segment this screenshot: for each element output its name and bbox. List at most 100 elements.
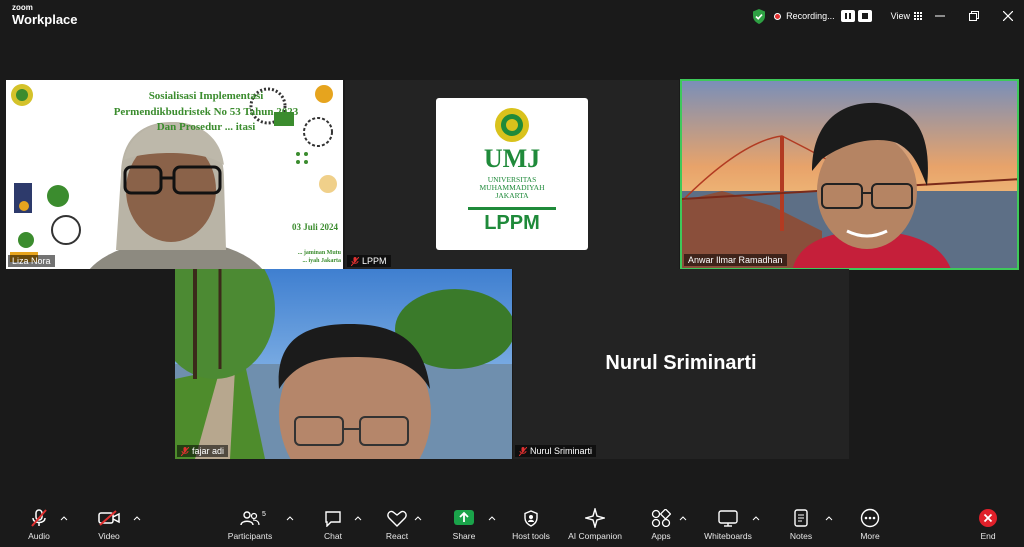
close-window-button[interactable]: [992, 0, 1024, 32]
react-label: React: [385, 531, 409, 541]
univ-line3: JAKARTA: [495, 191, 529, 200]
heart-icon: [387, 510, 407, 527]
slide-date: 03 Juli 2024: [291, 222, 338, 232]
whiteboards-button[interactable]: Whiteboards: [693, 508, 763, 546]
participant-name: Liza Nora: [12, 256, 51, 266]
whiteboard-icon: [718, 509, 738, 527]
umj-acronym: UMJ: [483, 144, 541, 173]
mic-muted-icon: [181, 446, 189, 456]
view-label: View: [890, 11, 910, 21]
share-options-caret-icon[interactable]: [488, 515, 496, 521]
whiteboards-options-caret-icon[interactable]: [752, 515, 760, 521]
participants-icon: [240, 511, 260, 526]
logo-divider: [468, 207, 556, 210]
participant-name: fajar adi: [192, 446, 225, 456]
slide-title-line2: Permendikbudristek No 53 Tahun 2023: [113, 106, 299, 118]
apps-icon: [651, 509, 671, 527]
ai-sparkle-icon: [585, 508, 605, 528]
video-tile-nurul-sriminarti[interactable]: Nurul Sriminarti Nurul Sriminarti: [513, 269, 849, 459]
video-options-caret-icon[interactable]: [133, 515, 141, 521]
video-tile-anwar-ilmar-ramadhan[interactable]: Anwar Ilmar Ramadhan: [680, 79, 1019, 270]
participants-label: Participants: [227, 531, 273, 541]
chat-button[interactable]: Chat: [298, 508, 368, 546]
end-meeting-button[interactable]: End: [953, 508, 1023, 546]
ai-companion-button[interactable]: AI Companion: [560, 508, 630, 546]
chat-options-caret-icon[interactable]: [354, 515, 362, 521]
title-bar: zoom Workplace Recording... View: [0, 0, 1024, 32]
apps-options-caret-icon[interactable]: [679, 515, 687, 521]
video-off-icon: [98, 510, 120, 526]
umj-emblem-icon: [495, 108, 529, 142]
zoom-workplace-logo: zoom Workplace: [12, 3, 78, 27]
pause-recording-button[interactable]: [840, 10, 855, 22]
participant-name-tag: Nurul Sriminarti: [515, 445, 597, 457]
participant-name-tag: Anwar Ilmar Ramadhan: [684, 254, 787, 266]
end-call-icon: [979, 509, 997, 527]
minimize-button[interactable]: [924, 0, 956, 32]
chat-icon: [325, 510, 341, 527]
mic-muted-icon: [351, 256, 359, 266]
video-tile-fajar-adi[interactable]: fajar adi: [175, 269, 512, 459]
more-icon: [860, 508, 880, 528]
react-options-caret-icon[interactable]: [414, 515, 422, 521]
stop-recording-button[interactable]: [857, 10, 872, 22]
grid-view-icon: [914, 12, 922, 20]
view-button[interactable]: View: [891, 11, 922, 21]
share-button[interactable]: Share: [429, 508, 499, 546]
participant-name: LPPM: [362, 256, 387, 266]
ai-companion-label: AI Companion: [568, 531, 622, 541]
university-name: UNIVERSITAS MUHAMMADIYAH JAKARTA: [436, 176, 588, 200]
audio-label: Audio: [28, 531, 50, 541]
audio-options-caret-icon[interactable]: [60, 515, 68, 521]
participant-name-tag: Liza Nora: [8, 255, 55, 267]
participants-button[interactable]: Participants: [215, 508, 285, 546]
logo-line2: Workplace: [12, 12, 78, 27]
logo-line1: zoom: [12, 3, 33, 12]
notes-button[interactable]: Notes: [766, 508, 836, 546]
video-label: Video: [98, 531, 120, 541]
participant-name: Anwar Ilmar Ramadhan: [688, 255, 783, 265]
virtual-background-bridge: [682, 81, 1017, 268]
shield-icon: [524, 509, 538, 527]
apps-label: Apps: [651, 531, 671, 541]
participant-name: Nurul Sriminarti: [530, 446, 593, 456]
notes-label: Notes: [789, 531, 813, 541]
mic-muted-icon: [31, 509, 47, 527]
participants-options-caret-icon[interactable]: [286, 515, 294, 521]
participant-display-name: Nurul Sriminarti: [605, 352, 757, 374]
share-screen-icon: [454, 509, 474, 525]
participants-count: 5: [262, 511, 266, 518]
audio-button[interactable]: Audio: [4, 508, 74, 546]
host-tools-button[interactable]: Host tools: [496, 508, 566, 546]
restore-icon: [969, 11, 979, 21]
close-icon: [1003, 11, 1013, 21]
more-button[interactable]: More: [835, 508, 905, 546]
meeting-toolbar: Audio Video Participants 5 Chat React Sh…: [0, 503, 1024, 547]
slide-title-line1: Sosialisasi Implementasi: [148, 90, 264, 102]
host-tools-label: Host tools: [512, 531, 550, 541]
restore-button[interactable]: [958, 0, 990, 32]
notes-options-caret-icon[interactable]: [825, 515, 833, 521]
recording-indicator-icon: [774, 12, 782, 20]
mic-muted-icon: [519, 446, 527, 456]
recording-label: Recording...: [786, 11, 835, 21]
video-tile-lppm[interactable]: UMJ UNIVERSITAS MUHAMMADIYAH JAKARTA LPP…: [345, 80, 679, 269]
slide-title-line3: Dan Prosedur ... itasi: [156, 121, 256, 133]
minimize-icon: [935, 15, 945, 17]
virtual-background-park: [175, 269, 512, 459]
end-label: End: [980, 531, 996, 541]
umj-lppm-logo: UMJ UNIVERSITAS MUHAMMADIYAH JAKARTA LPP…: [436, 98, 588, 250]
share-label: Share: [452, 531, 476, 541]
react-button[interactable]: React: [362, 508, 432, 546]
participant-name-tag: fajar adi: [177, 445, 229, 457]
video-button[interactable]: Video: [74, 508, 144, 546]
chat-label: Chat: [324, 531, 342, 541]
video-tile-liza-nora[interactable]: Sosialisasi Implementasi Permendikbudris…: [6, 80, 343, 269]
encryption-shield-icon[interactable]: [752, 8, 766, 24]
apps-button[interactable]: Apps: [626, 508, 696, 546]
whiteboards-label: Whiteboards: [704, 531, 752, 541]
lppm-unit: LPPM: [484, 212, 540, 234]
notes-icon: [794, 509, 808, 527]
slide-footer-line2: ... iyah Jakarta: [302, 258, 341, 264]
slide-footer-line1: ... jaminan Mutu: [297, 250, 341, 256]
